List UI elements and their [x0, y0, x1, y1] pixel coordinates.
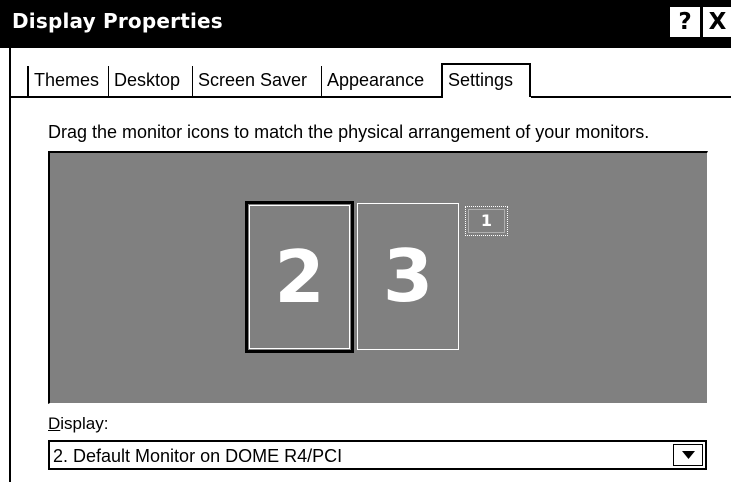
close-button[interactable]: X [703, 7, 731, 37]
display-label-accelerator: D [48, 414, 61, 433]
display-label: Display: [48, 414, 108, 434]
title-bar[interactable]: Display Properties ? X [0, 0, 731, 48]
tab-themes[interactable]: Themes [27, 66, 104, 96]
tab-desktop[interactable]: Desktop [108, 66, 185, 96]
tab-baseline-left [11, 96, 443, 98]
help-icon: ? [678, 9, 692, 35]
close-icon: X [708, 9, 727, 35]
display-dropdown-button[interactable] [673, 444, 703, 466]
display-select[interactable]: 2. Default Monitor on DOME R4/PCI [48, 440, 707, 470]
display-label-text: isplay: [60, 414, 109, 433]
monitor-icon-3[interactable]: 3 [357, 203, 459, 350]
chevron-down-icon [682, 451, 695, 459]
tab-baseline-right [531, 96, 731, 98]
display-select-value: 2. Default Monitor on DOME R4/PCI [53, 446, 343, 466]
monitor-arrangement-area[interactable]: 2 3 1 [48, 151, 708, 404]
arrangement-instruction: Drag the monitor icons to match the phys… [48, 122, 650, 142]
tab-appearance[interactable]: Appearance [321, 66, 429, 96]
display-properties-window: Display Properties ? X Themes Desktop Sc… [0, 0, 731, 482]
monitor-icon-1[interactable]: 1 [465, 206, 508, 236]
monitor-icon-2[interactable]: 2 [245, 201, 354, 353]
help-button[interactable]: ? [670, 7, 700, 37]
window-title: Display Properties [12, 9, 223, 33]
dialog-border [9, 48, 11, 482]
tab-screen-saver[interactable]: Screen Saver [192, 66, 312, 96]
tab-settings[interactable]: Settings [441, 63, 531, 97]
